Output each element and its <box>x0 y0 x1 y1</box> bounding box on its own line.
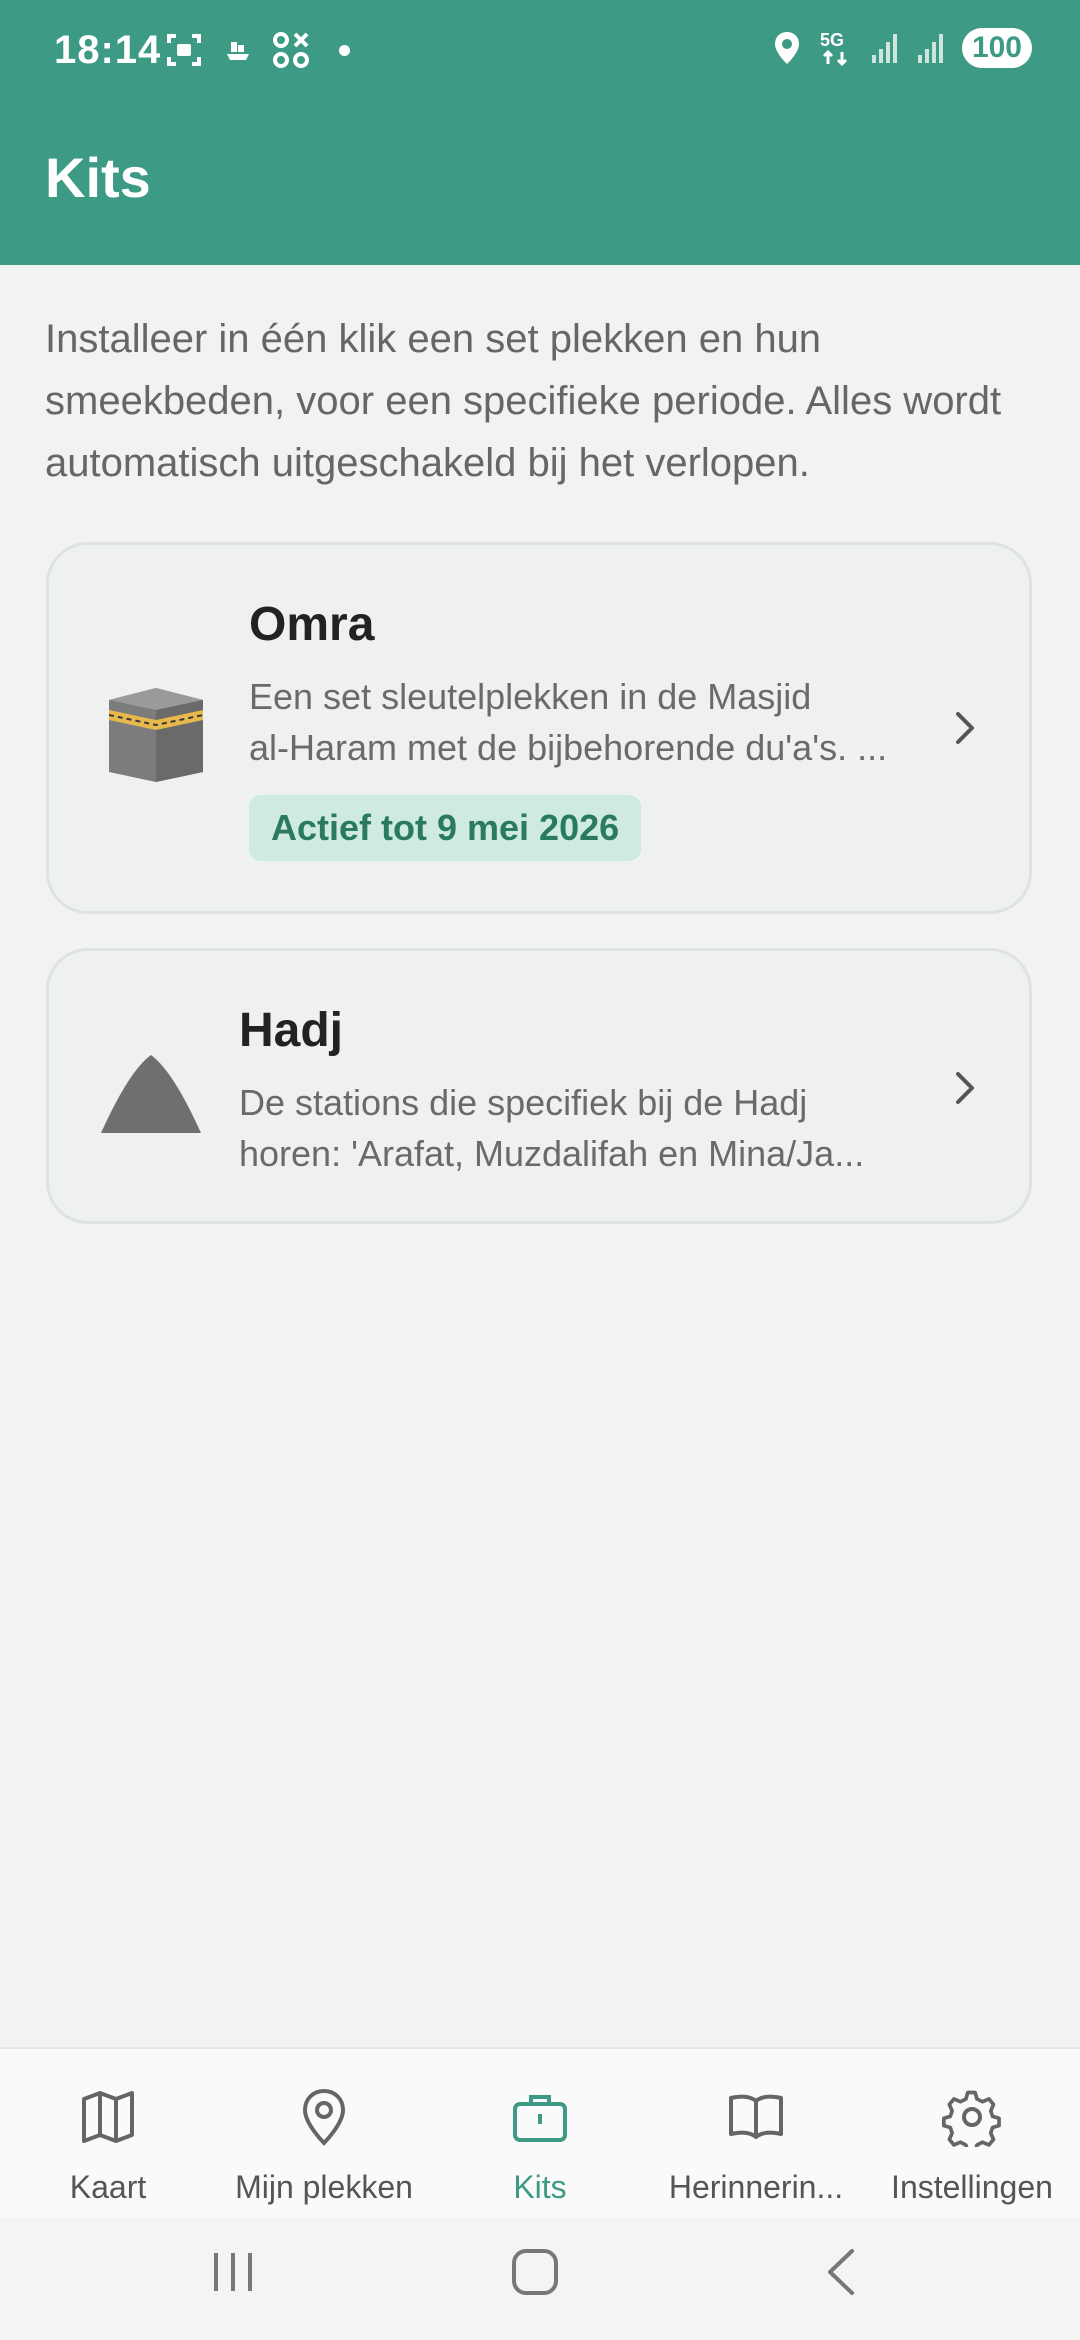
kit-description-line: al-Haram met de bijbehorende du'a's. ... <box>249 727 888 768</box>
kit-description-line: De stations die specifiek bij de Hadj <box>239 1082 808 1123</box>
system-navigation-bar <box>0 2217 1080 2340</box>
nav-label: Herinnerin... <box>668 2169 844 2205</box>
kit-title: Omra <box>249 598 375 651</box>
chevron-right-icon <box>956 1072 974 1104</box>
notification-dot <box>339 44 350 56</box>
bottom-navigation: Kaart Mijn plekken Kits Herinnerin... In… <box>0 2047 1080 2219</box>
chevron-right-icon <box>956 712 974 744</box>
recent-apps-icon[interactable] <box>208 2247 258 2297</box>
nav-item-kits[interactable]: Kits <box>432 2049 648 2219</box>
mountain-icon <box>101 1055 201 1133</box>
kit-description-line: horen: 'Arafat, Muzdalifah en Mina/Ja... <box>239 1133 865 1174</box>
location-icon <box>774 32 799 64</box>
kit-title: Hadj <box>239 1004 344 1057</box>
grid-app-icon <box>273 32 309 68</box>
status-icons-left <box>165 30 350 70</box>
kit-description: De stations die specifiek bij de Hadj ho… <box>239 1077 879 1179</box>
status-time: 18:14 <box>54 28 162 72</box>
nav-label: Instellingen <box>891 2169 1053 2205</box>
nav-item-kaart[interactable]: Kaart <box>0 2049 216 2219</box>
page-title: Kits <box>45 146 151 209</box>
briefcase-icon <box>513 2095 567 2142</box>
nav-item-instellingen[interactable]: Instellingen <box>864 2049 1080 2219</box>
back-icon[interactable] <box>818 2247 868 2297</box>
map-icon <box>82 2091 134 2143</box>
kit-description-line: Een set sleutelplekken in de Masjid <box>249 676 812 717</box>
status-bar: 18:14 5G 100 <box>0 0 1080 100</box>
intro-text: Installeer in één klik een set plekken e… <box>45 317 1002 485</box>
signal-icon-1 <box>871 34 897 63</box>
nav-label: Kaart <box>69 2169 147 2205</box>
nav-item-herinneringen[interactable]: Herinnerin... <box>648 2049 864 2219</box>
nav-label: Kits <box>513 2169 567 2205</box>
signal-icon-2 <box>917 34 943 63</box>
home-icon[interactable] <box>510 2247 560 2297</box>
screenshot-icon <box>167 34 201 66</box>
kaaba-icon <box>108 688 204 782</box>
kit-card-hadj[interactable]: Hadj De stations die specifiek bij de Ha… <box>46 948 1032 1224</box>
svg-text:5G: 5G <box>820 30 844 50</box>
nav-item-mijn-plekken[interactable]: Mijn plekken <box>216 2049 432 2219</box>
battery-indicator: 100 <box>961 28 1032 68</box>
book-icon <box>729 2094 783 2139</box>
kit-description: Een set sleutelplekken in de Masjid al-H… <box>249 671 889 773</box>
ship-icon <box>227 42 249 60</box>
status-badge: Actief tot 9 mei 2026 <box>249 795 642 861</box>
app-header: 18:14 5G 100 Kits <box>0 0 1080 265</box>
kit-card-omra[interactable]: Omra Een set sleutelplekken in de Masjid… <box>46 542 1032 914</box>
gear-icon <box>942 2090 1001 2147</box>
pin-icon <box>302 2088 346 2146</box>
nav-label: Mijn plekken <box>235 2169 413 2205</box>
network-5g-icon: 5G <box>820 30 847 67</box>
status-icons-right: 5G 100 <box>772 28 1032 68</box>
